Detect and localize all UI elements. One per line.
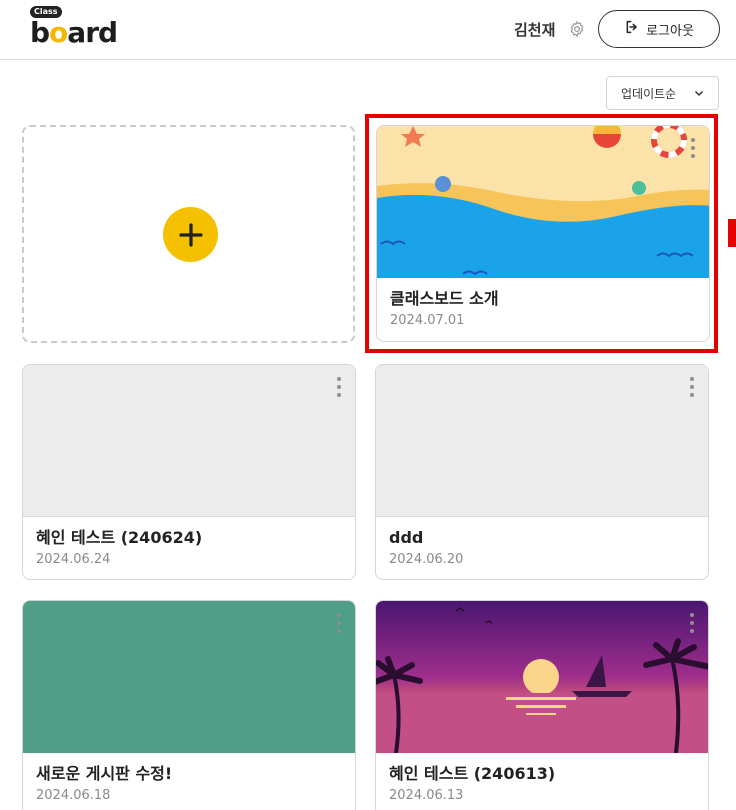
kebab-icon[interactable]	[689, 138, 697, 162]
board-card[interactable]: ddd 2024.06.20	[375, 364, 709, 580]
plus-icon[interactable]	[163, 207, 218, 262]
board-thumbnail-blank	[376, 365, 708, 517]
highlight-arrow-marker	[728, 219, 736, 247]
kebab-icon[interactable]	[688, 613, 696, 637]
sort-dropdown[interactable]: 업데이트순	[606, 76, 719, 110]
board-date: 2024.06.13	[389, 788, 464, 803]
top-header: Class board 김천재 로그아웃	[0, 0, 736, 60]
board-title: 혜인 테스트 (240624)	[36, 528, 203, 547]
board-card[interactable]: 혜인 테스트 (240613) 2024.06.13	[375, 600, 709, 810]
logout-icon	[624, 19, 640, 39]
logo-text: board	[30, 16, 118, 49]
board-date: 2024.06.20	[389, 552, 464, 567]
classboard-logo[interactable]: Class board	[30, 6, 130, 52]
add-board-card[interactable]	[22, 125, 355, 343]
board-title: 클래스보드 소개	[390, 289, 499, 308]
kebab-icon[interactable]	[335, 377, 343, 401]
logout-label: 로그아웃	[646, 23, 694, 39]
board-date: 2024.06.24	[36, 552, 111, 567]
board-thumbnail-blank	[23, 365, 355, 517]
board-card[interactable]: 새로운 게시판 수정! 2024.06.18	[22, 600, 356, 810]
sort-selected-label: 업데이트순	[621, 86, 677, 101]
board-thumbnail-sunset	[376, 601, 708, 753]
board-title: ddd	[389, 528, 424, 547]
board-date: 2024.07.01	[390, 313, 465, 328]
gear-icon[interactable]	[568, 20, 586, 38]
board-date: 2024.06.18	[36, 788, 111, 803]
kebab-icon[interactable]	[335, 613, 343, 637]
board-title: 혜인 테스트 (240613)	[389, 764, 556, 783]
board-title: 새로운 게시판 수정!	[36, 764, 173, 783]
user-name: 김천재	[514, 21, 556, 39]
board-thumbnail-teal	[23, 601, 355, 753]
logout-button[interactable]: 로그아웃	[598, 10, 720, 48]
kebab-icon[interactable]	[688, 377, 696, 401]
board-card[interactable]: 클래스보드 소개 2024.07.01	[376, 125, 710, 342]
board-card[interactable]: 혜인 테스트 (240624) 2024.06.24	[22, 364, 356, 580]
board-thumbnail-beach	[377, 126, 709, 278]
chevron-down-icon	[694, 90, 704, 97]
